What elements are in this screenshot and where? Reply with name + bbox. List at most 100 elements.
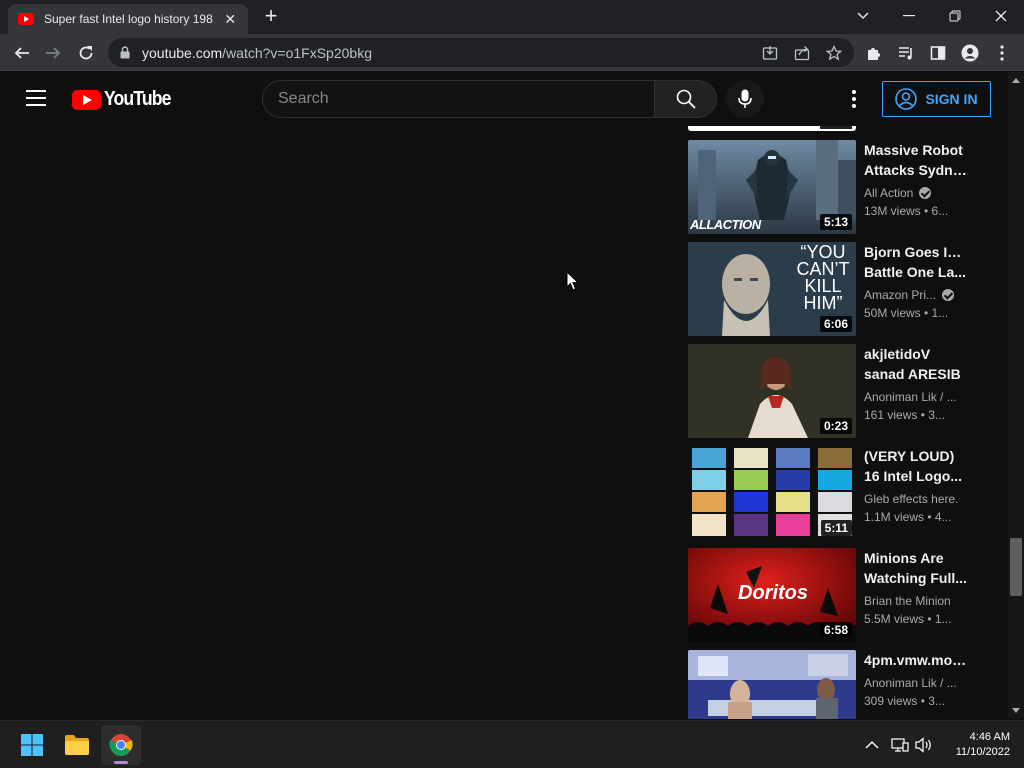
mouse-cursor-icon [566,270,580,296]
reload-button[interactable] [73,40,99,66]
system-clock[interactable]: 4:46 AM 11/10/2022 [938,730,1010,760]
bookmark-star-icon[interactable] [824,43,844,63]
video-stats: 161 views • 3... [864,408,945,422]
extensions-puzzle-icon[interactable] [863,42,885,64]
video-meta: (VERY LOUD) 16 Intel Logo... Gleb effects… [864,446,968,526]
list-item[interactable]: 5:11 (VERY LOUD) 16 Intel Logo... Gleb ef… [688,446,988,542]
video-meta: Massive Robot Attacks Sydne... All Action… [864,140,968,220]
duration-badge: 6:58 [819,622,852,638]
chrome-taskbar-button[interactable] [101,725,141,765]
chrome-icon [109,734,133,756]
lock-icon[interactable] [120,46,130,64]
side-panel-icon[interactable] [927,42,949,64]
related-videos-list: ALLACTION 5:13 Massive Robot Attacks Sydn… [688,126,988,719]
start-button[interactable] [12,725,52,765]
channel-name[interactable]: Gleb effects here. [864,490,968,508]
sign-in-button[interactable]: SIGN IN [882,81,991,117]
video-title[interactable]: Minions Are Watching Full... [864,548,968,588]
address-bar[interactable]: youtube.com/watch?v=o1FxSp20bkg [108,38,854,67]
channel-name[interactable]: Brian the Minion [864,592,968,610]
back-arrow-icon [14,47,29,59]
volume-icon[interactable] [914,735,934,755]
close-window-button[interactable] [981,4,1021,28]
restore-window-button[interactable] [935,4,975,28]
list-item[interactable]: 4pm.vmw.moc.e Anoniman Lik / ... 309 vie… [688,650,988,719]
video-title[interactable]: Bjorn Goes Into Battle One La... [864,242,968,282]
video-thumbnail[interactable] [688,650,856,719]
share-icon[interactable] [792,43,812,63]
scroll-up-arrow-icon[interactable] [1012,78,1020,83]
microphone-icon [738,89,752,108]
chrome-menu-icon[interactable] [991,42,1013,64]
duration-badge: 0:23 [819,418,852,434]
profile-avatar-icon[interactable] [959,42,981,64]
account-circle-icon [895,88,918,110]
clock-date: 11/10/2022 [955,746,1010,758]
video-thumbnail[interactable]: Doritos 6:58 [688,548,856,642]
search-button[interactable] [655,80,717,118]
video-thumbnail[interactable]: 5:11 [688,446,856,540]
duration-badge: 5:13 [819,214,852,230]
video-thumbnail[interactable]: ALLACTION 5:13 [688,140,856,234]
media-controls-icon[interactable] [895,42,917,64]
youtube-masthead: YouTube SIGN IN [0,72,1008,126]
duration-badge: 5:11 [820,520,852,536]
scroll-down-arrow-icon[interactable] [1012,708,1020,713]
sign-in-label: SIGN IN [925,91,978,107]
voice-search-button[interactable] [726,80,764,118]
video-meta: Bjorn Goes Into Battle One La... Amazon P… [864,242,968,322]
video-stats: 50M views • 1... [864,306,949,320]
search-box [262,80,655,118]
tab-search-chevron-icon[interactable] [843,4,883,28]
clock-time: 4:46 AM [969,731,1010,743]
video-meta: 4pm.vmw.moc.e Anoniman Lik / ... 309 vie… [864,650,968,710]
video-title[interactable]: 4pm.vmw.moc.e [864,650,968,670]
new-tab-button[interactable]: + [260,5,282,28]
search-input[interactable] [263,81,654,117]
windows-logo-icon [21,734,43,756]
video-stats: 13M views • 6... [864,204,949,218]
youtube-wordmark: YouTube [104,88,171,110]
youtube-logo[interactable]: YouTube [72,88,180,111]
duration-badge: 6:06 [819,316,852,332]
guide-menu-icon[interactable] [26,90,46,106]
list-item[interactable]: Doritos 6:58 Minions Are Watching Full...… [688,548,988,644]
video-stats: 309 views • 3... [864,694,945,708]
file-explorer-button[interactable] [57,725,97,765]
scrollbar-thumb[interactable] [1010,538,1022,596]
windows-taskbar: 4:46 AM 11/10/2022 [0,720,1024,768]
previous-video-thumbnail-edge[interactable] [688,126,856,131]
tab-close-icon[interactable]: ✕ [223,11,239,28]
list-item[interactable]: ALLACTION 5:13 Massive Robot Attacks Sydn… [688,140,988,236]
page-scrollbar[interactable] [1008,72,1024,719]
video-title[interactable]: Massive Robot Attacks Sydne... [864,140,968,180]
channel-name[interactable]: All Action [864,184,968,202]
list-item[interactable]: “YOU CAN’T KILL HIM” 6:06 Bjorn Goes Int… [688,242,988,338]
thumbnail-overlay-text: “YOU CAN’T KILL HIM” [796,242,850,313]
show-hidden-icons-chevron-icon[interactable] [862,735,882,755]
video-title[interactable]: akjletidoV sanad ARESIB [864,344,968,384]
video-thumbnail[interactable]: “YOU CAN’T KILL HIM” 6:06 [688,242,856,336]
thumbnail-overlay-text: ALLACTION [690,217,761,232]
settings-menu-icon[interactable] [846,88,862,110]
browser-tab-strip: Super fast Intel logo history 198 ✕ + [0,0,1024,34]
verified-badge-icon [942,289,955,301]
network-icon[interactable] [890,735,910,755]
list-item[interactable]: 0:23 akjletidoV sanad ARESIB Anoniman Lik… [688,344,988,440]
youtube-play-icon [72,89,101,110]
back-button[interactable] [9,40,35,66]
forward-arrow-icon [46,47,61,59]
channel-name[interactable]: Anoniman Lik / ... [864,674,968,692]
channel-name[interactable]: Anoniman Lik / ... [864,388,968,406]
video-stats: 5.5M views • 1... [864,612,952,626]
browser-tab-active[interactable]: Super fast Intel logo history 198 ✕ [8,4,248,34]
verified-badge-icon [919,187,932,199]
video-meta: Minions Are Watching Full... Brian the Mi… [864,548,968,628]
video-title[interactable]: (VERY LOUD) 16 Intel Logo... [864,446,968,486]
video-thumbnail[interactable]: 0:23 [688,344,856,438]
minimize-window-button[interactable] [889,4,929,28]
forward-button[interactable] [40,40,66,66]
channel-name[interactable]: Amazon Pri... [864,286,968,304]
youtube-favicon-icon [18,13,34,25]
install-app-icon[interactable] [760,43,780,63]
